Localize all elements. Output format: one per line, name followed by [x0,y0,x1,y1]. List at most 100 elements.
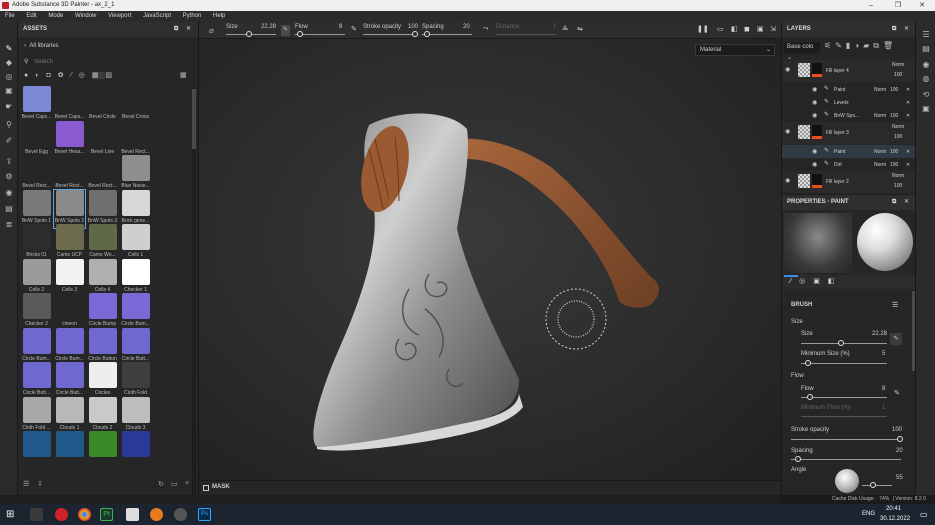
blend-mode[interactable]: Norm [874,149,886,155]
filter-particle-icon[interactable]: ◎ [79,72,92,79]
projection-icon[interactable]: ◎ [3,72,15,82]
asset-item[interactable]: Circle Button [87,327,118,366]
visibility-eye-icon[interactable]: ◉ [785,128,790,135]
flow-slider[interactable] [801,397,887,398]
asset-item[interactable]: Bricks 01 [21,224,52,262]
asset-item[interactable]: Cells 2 [21,258,52,297]
blend-mode[interactable]: Norm [892,124,904,130]
asset-item[interactable]: BnW Spots 3 [87,189,118,228]
asset-item[interactable]: BnW Spots 1 [21,189,52,228]
3d-viewport[interactable]: Material ⌄ [199,39,781,480]
visibility-eye-icon[interactable]: ◉ [812,99,817,106]
effect-row[interactable]: ◉ ✎ Paint Norm 100 ✕ [782,145,916,158]
layer-opacity[interactable]: 100 [894,134,902,140]
eraser-icon[interactable]: ◆ [3,58,15,68]
blend-mode[interactable]: Norm [892,173,904,179]
remove-effect-icon[interactable]: ✕ [906,100,910,106]
task-view-icon[interactable] [30,508,43,521]
layer-row[interactable]: ◉ Fill layer 2 Norm 100 [782,171,916,193]
layers-undock-icon[interactable]: ⧉ [892,22,896,37]
angle-slider[interactable] [862,485,892,486]
angle-knob[interactable] [870,482,876,488]
blend-mode[interactable]: Norm [892,62,904,68]
color-picker-icon[interactable]: ✐ [3,136,15,146]
asset-item[interactable]: Bevel Caps... [54,86,85,124]
asset-item[interactable] [87,431,118,464]
layer-opacity[interactable]: 100 [890,162,898,168]
image-viewer-icon[interactable] [126,508,139,521]
paint-brush-icon[interactable]: ✎ [3,44,15,54]
asset-item[interactable]: Camo UCP [54,224,85,262]
visibility-eye-icon[interactable]: ◉ [812,161,817,168]
menu-file[interactable]: File [5,13,15,19]
channel-select[interactable]: Base colo ⌄ [784,42,820,61]
size-value[interactable]: 22.28 [872,331,887,337]
clock-time[interactable]: 20:41 [886,506,901,512]
filter-smart-icon[interactable]: ◐ [35,72,46,79]
remove-effect-icon[interactable]: ✕ [906,113,910,119]
asset-item[interactable]: Circle Bum... [120,293,151,331]
topbar-size-value[interactable]: 22.28 [261,24,276,30]
layer-opacity[interactable]: 100 [894,183,902,189]
visibility-eye-icon[interactable]: ◉ [812,86,817,93]
asset-item[interactable]: Circles [87,362,118,400]
asset-item[interactable]: Circle Butt... [21,362,52,400]
min-size-knob[interactable] [805,360,811,366]
camera-view-icon[interactable]: ▭ [717,25,724,33]
brush-settings-icon[interactable]: ⌀ [209,26,214,35]
layer-opacity[interactable]: 100 [894,72,902,78]
maximize-button[interactable]: ❐ [885,0,911,11]
notification-icon[interactable]: ▭ [920,510,928,519]
tab-stencil-icon[interactable]: ▣ [813,278,828,285]
new-folder-icon[interactable]: ▭ [171,480,178,488]
tab-material-icon[interactable]: ◧ [828,278,843,285]
asset-item[interactable]: Brick gene... [120,189,151,228]
tab-brush-icon[interactable]: ⁄ [790,278,799,285]
layer-row[interactable]: ◉ Fill layer 3 Norm 100 [782,122,916,144]
angle-dial[interactable] [835,469,859,493]
document-icon[interactable]: ▤ [3,204,15,214]
flow-knob[interactable] [807,394,813,400]
blend-mode[interactable]: Norm [874,162,886,168]
min-size-value[interactable]: 5 [882,351,885,357]
angle-value[interactable]: 55 [896,475,903,481]
min-size-slider[interactable] [801,363,887,364]
visibility-eye-icon[interactable]: ◉ [785,177,790,184]
pause-icon[interactable]: ❚❚ [697,25,709,33]
menu-help[interactable]: Help [213,13,225,19]
refresh-icon[interactable]: ↻ [158,480,164,488]
add-folder-icon[interactable]: ▰ [863,41,873,50]
filter-brush-icon[interactable]: ⁄ [71,72,79,79]
display-settings-icon[interactable]: ◧ [731,25,738,33]
menu-mode[interactable]: Mode [48,13,63,19]
list-settings-icon[interactable]: ☰ [23,481,29,488]
layer-opacity[interactable]: 100 [890,113,898,119]
blend-mode[interactable]: Norm [874,113,886,119]
topbar-stroke-knob[interactable] [412,31,418,37]
pen-pressure-icon[interactable]: ✎ [281,25,290,36]
asset-item[interactable]: Cells 1 [120,224,151,262]
flow-value[interactable]: 8 [882,386,885,392]
screenshot-icon[interactable]: ▣ [757,25,764,33]
visibility-eye-icon[interactable]: ◉ [812,148,817,155]
asset-item[interactable]: Bevel Line [87,120,118,159]
asset-item[interactable]: Checker 2 [21,293,52,331]
menu-edit[interactable]: Edit [26,13,36,19]
asset-item[interactable] [21,431,52,464]
close-button[interactable]: ✕ [909,0,935,11]
add-paint-layer-icon[interactable]: ✎ [835,41,846,50]
asset-item[interactable]: Bevel Hexa... [54,120,85,159]
visibility-eye-icon[interactable]: ◉ [812,112,817,119]
layer-opacity[interactable]: 100 [890,87,898,93]
menu-viewport[interactable]: Viewport [108,13,131,19]
undock-icon[interactable]: ⧉ [174,22,178,37]
import-icon[interactable]: ⇩ [37,480,43,488]
assets-scrollbar[interactable] [192,87,196,497]
add-mask-icon[interactable]: ◑ [854,41,863,50]
filter-icon[interactable]: ⚙ [3,172,15,182]
filter-texture-icon[interactable]: ▦ [91,72,106,79]
topbar-flow-knob[interactable] [297,31,303,37]
effect-row[interactable]: ◉ ✎ Dirt Norm 100 ✕ [782,158,916,171]
properties-undock-icon[interactable]: ⧉ [892,195,896,210]
filter-material-icon[interactable]: ● [24,72,35,79]
